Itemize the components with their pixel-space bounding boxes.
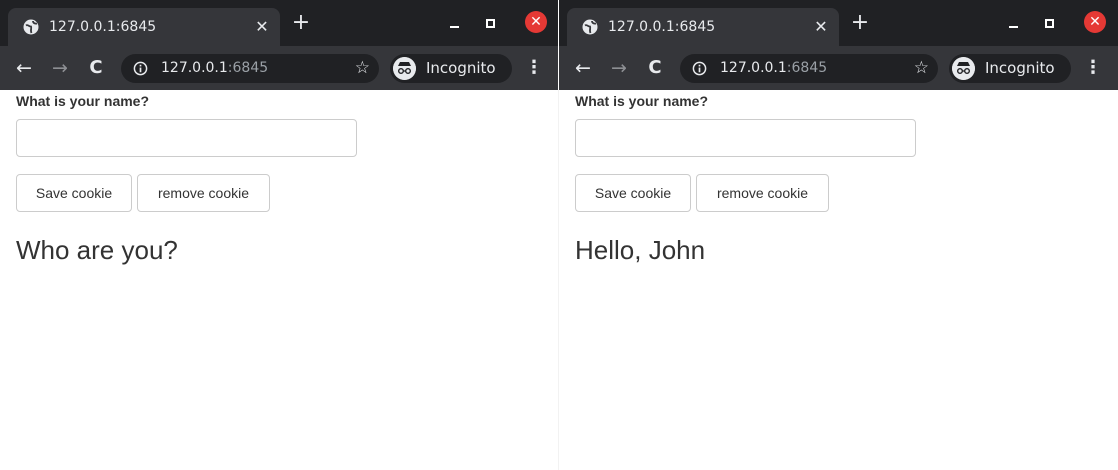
kebab-menu-icon[interactable]: ⋮	[1083, 57, 1103, 79]
incognito-indicator[interactable]: Incognito	[390, 54, 512, 83]
address-bar[interactable]: 127.0.0.1:6845 ☆	[680, 54, 938, 83]
url-port: :6845	[786, 60, 828, 76]
bookmark-star-icon[interactable]: ☆	[914, 59, 929, 78]
tab-close-icon[interactable]: ✕	[812, 18, 830, 36]
forward-arrow-icon[interactable]: →	[49, 57, 71, 79]
maximize-icon	[486, 19, 495, 28]
screenshot: 127.0.0.1:6845 ✕ + ✕ ← → C 127.0.0.1:684…	[0, 0, 1118, 470]
bookmark-star-icon[interactable]: ☆	[355, 59, 370, 78]
kebab-menu-icon[interactable]: ⋮	[524, 57, 544, 79]
reload-icon[interactable]: C	[85, 57, 107, 79]
remove-cookie-button[interactable]: remove cookie	[137, 174, 270, 212]
maximize-button[interactable]	[1040, 13, 1060, 33]
title-bar[interactable]: 127.0.0.1:6845 ✕ + ✕	[0, 0, 558, 46]
name-input[interactable]	[16, 119, 357, 157]
page-content: What is your name? Save cookie remove co…	[559, 90, 1118, 470]
window-close-button[interactable]: ✕	[525, 11, 547, 33]
url-host: 127.0.0.1	[720, 60, 787, 76]
remove-cookie-button[interactable]: remove cookie	[696, 174, 829, 212]
minimize-button[interactable]	[1004, 13, 1024, 33]
url-port: :6845	[227, 60, 269, 76]
browser-toolbar: ← → C 127.0.0.1:6845 ☆ Incognito ⋮	[559, 46, 1118, 90]
name-input[interactable]	[575, 119, 916, 157]
save-cookie-button[interactable]: Save cookie	[575, 174, 691, 212]
info-icon[interactable]	[133, 61, 148, 76]
new-tab-icon[interactable]: +	[290, 12, 312, 34]
back-arrow-icon[interactable]: ←	[572, 57, 594, 79]
name-label: What is your name?	[16, 93, 150, 109]
new-tab-icon[interactable]: +	[849, 12, 871, 34]
browser-tab[interactable]: 127.0.0.1:6845 ✕	[567, 8, 839, 46]
info-icon[interactable]	[692, 61, 707, 76]
browser-window-right: 127.0.0.1:6845 ✕ + ✕ ← → C 127.0.0.1:684…	[559, 0, 1118, 470]
tab-close-icon[interactable]: ✕	[253, 18, 271, 36]
tab-title: 127.0.0.1:6845	[608, 19, 716, 35]
incognito-label: Incognito	[985, 59, 1055, 77]
greeting-heading: Hello, John	[575, 235, 706, 265]
minimize-icon	[1009, 26, 1018, 28]
name-label: What is your name?	[575, 93, 709, 109]
url-host: 127.0.0.1	[161, 60, 228, 76]
page-content: What is your name? Save cookie remove co…	[0, 90, 558, 470]
browser-tab[interactable]: 127.0.0.1:6845 ✕	[8, 8, 280, 46]
minimize-icon	[450, 26, 459, 28]
title-bar[interactable]: 127.0.0.1:6845 ✕ + ✕	[559, 0, 1118, 46]
browser-toolbar: ← → C 127.0.0.1:6845 ☆ Incognito ⋮	[0, 46, 558, 90]
globe-icon	[582, 19, 598, 35]
globe-icon	[23, 19, 39, 35]
incognito-label: Incognito	[426, 59, 496, 77]
incognito-icon	[952, 57, 975, 80]
url-text: 127.0.0.1:6845	[720, 60, 827, 77]
reload-icon[interactable]: C	[644, 57, 666, 79]
window-close-button[interactable]: ✕	[1084, 11, 1106, 33]
greeting-heading: Who are you?	[16, 235, 178, 265]
browser-window-left: 127.0.0.1:6845 ✕ + ✕ ← → C 127.0.0.1:684…	[0, 0, 558, 470]
back-arrow-icon[interactable]: ←	[13, 57, 35, 79]
incognito-icon	[393, 57, 416, 80]
save-cookie-button[interactable]: Save cookie	[16, 174, 132, 212]
address-bar[interactable]: 127.0.0.1:6845 ☆	[121, 54, 379, 83]
minimize-button[interactable]	[445, 13, 465, 33]
tab-title: 127.0.0.1:6845	[49, 19, 157, 35]
maximize-icon	[1045, 19, 1054, 28]
forward-arrow-icon[interactable]: →	[608, 57, 630, 79]
url-text: 127.0.0.1:6845	[161, 60, 268, 77]
maximize-button[interactable]	[481, 13, 501, 33]
incognito-indicator[interactable]: Incognito	[949, 54, 1071, 83]
